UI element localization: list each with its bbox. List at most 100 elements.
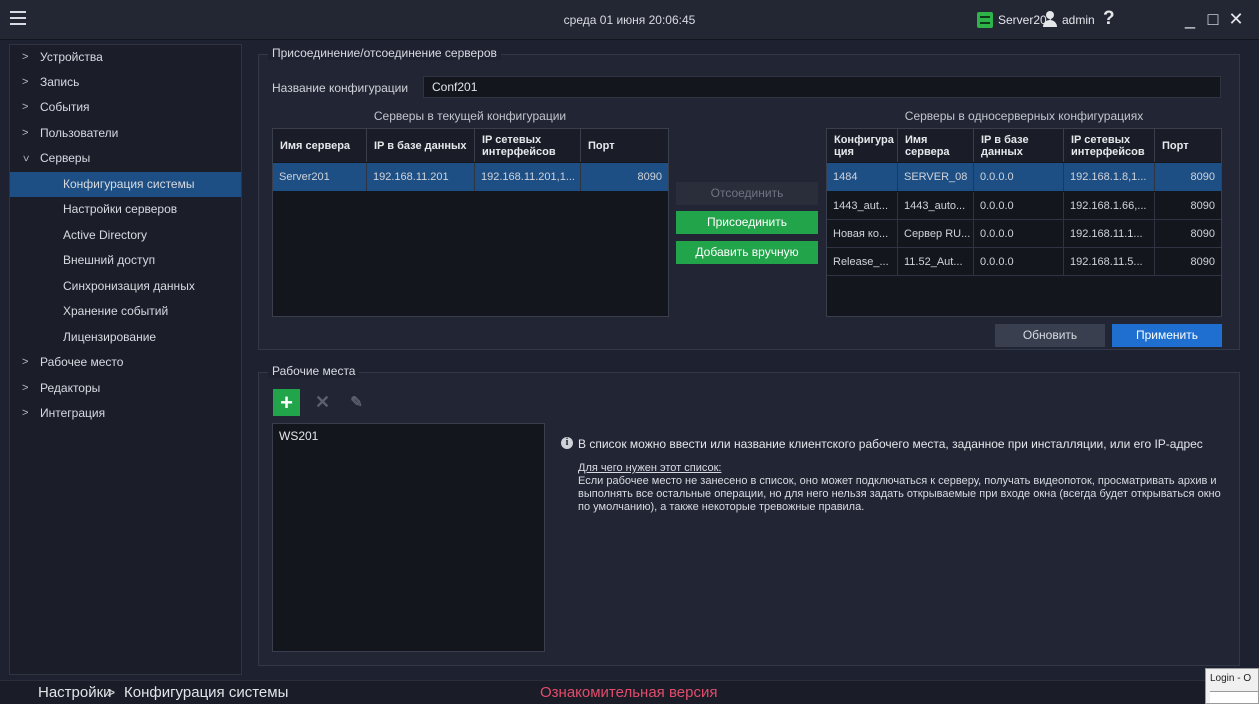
config-name-label: Название конфигурации bbox=[272, 81, 409, 95]
server-icon bbox=[977, 12, 993, 28]
column-header[interactable]: IP в базе данных bbox=[367, 129, 475, 162]
chevron-right-icon: > bbox=[22, 101, 29, 113]
table-cell: 1484 bbox=[827, 163, 898, 191]
sidebar-item-label: События bbox=[40, 100, 90, 114]
add-manually-button[interactable]: Добавить вручную bbox=[676, 241, 818, 264]
edit-workplace-button[interactable]: ✎ bbox=[343, 389, 370, 416]
table-cell: 192.168.11.201 bbox=[367, 163, 475, 191]
sidebar-item-label: Запись bbox=[40, 75, 80, 89]
table-cell: Новая ко... bbox=[827, 220, 898, 248]
minimize-button[interactable]: _ bbox=[1180, 9, 1200, 29]
table-cell: 0.0.0.0 bbox=[974, 220, 1064, 248]
table-cell: 192.168.11.1... bbox=[1064, 220, 1155, 248]
sidebar-item-devices[interactable]: > Устройства bbox=[10, 45, 241, 70]
column-header[interactable]: Конфигура ция bbox=[827, 129, 898, 162]
sidebar-item-label: Синхронизация данных bbox=[63, 279, 195, 293]
chevron-right-icon: > bbox=[22, 407, 29, 419]
table-cell: Release_... bbox=[827, 248, 898, 276]
column-header[interactable]: Имя сервера bbox=[273, 129, 367, 162]
sidebar: > Устройства > Запись > События > Пользовате… bbox=[9, 44, 242, 675]
apply-button[interactable]: Применить bbox=[1112, 324, 1222, 347]
list-item[interactable]: WS201 bbox=[279, 429, 318, 443]
sidebar-item-users[interactable]: > Пользователи bbox=[10, 121, 241, 146]
single-server-configs-table: Конфигура ция Имя сервера IP в базе данн… bbox=[826, 128, 1222, 317]
column-header[interactable]: IP сетевых интерфейсов bbox=[475, 129, 581, 162]
sidebar-item-external-access[interactable]: Внешний доступ bbox=[10, 248, 241, 273]
sidebar-item-label: Конфигурация системы bbox=[63, 177, 195, 191]
plus-icon: + bbox=[280, 390, 293, 415]
sidebar-item-label: Интеграция bbox=[40, 406, 106, 420]
current-config-servers-title: Серверы в текущей конфигурации bbox=[373, 109, 567, 123]
user-name[interactable]: admin bbox=[1062, 13, 1095, 27]
maximize-button[interactable]: □ bbox=[1203, 9, 1223, 29]
table-cell: Server201 bbox=[273, 163, 367, 191]
table-cell: SERVER_08 bbox=[898, 163, 974, 191]
table-cell: Сервер RU... bbox=[898, 220, 974, 248]
sidebar-item-label: Лицензирование bbox=[63, 330, 157, 344]
sidebar-item-event-storage[interactable]: Хранение событий bbox=[10, 299, 241, 324]
table-cell: 11.52_Aut... bbox=[898, 248, 974, 276]
sidebar-item-licensing[interactable]: Лицензирование bbox=[10, 325, 241, 350]
sidebar-item-integration[interactable]: > Интеграция bbox=[10, 401, 241, 426]
sidebar-item-label: Внешний доступ bbox=[63, 253, 156, 267]
table-cell: 192.168.11.5... bbox=[1064, 248, 1155, 276]
login-tab-label: Login - O bbox=[1210, 673, 1252, 684]
table-cell: 0.0.0.0 bbox=[974, 248, 1064, 276]
sidebar-item-label: Рабочее место bbox=[40, 355, 124, 369]
table-cell: 8090 bbox=[1190, 228, 1215, 240]
add-workplace-button[interactable]: + bbox=[273, 389, 300, 416]
sidebar-item-data-sync[interactable]: Синхронизация данных bbox=[10, 274, 241, 299]
sidebar-item-workplace[interactable]: > Рабочее место bbox=[10, 350, 241, 375]
workplaces-group-legend: Рабочие места bbox=[268, 364, 360, 378]
table-cell: 8090 bbox=[637, 171, 662, 183]
sidebar-item-server-settings[interactable]: Настройки серверов bbox=[10, 197, 241, 222]
table-cell: 192.168.1.66,... bbox=[1064, 192, 1155, 220]
column-header[interactable]: Имя сервера bbox=[898, 129, 974, 162]
config-name-input[interactable]: Conf201 bbox=[423, 76, 1221, 98]
breadcrumb-root[interactable]: Настройки bbox=[38, 684, 112, 701]
table-cell: 8090 bbox=[1190, 200, 1215, 212]
single-server-configs-title: Серверы в односерверных конфигурациях bbox=[904, 109, 1144, 123]
sidebar-item-events[interactable]: > События bbox=[10, 95, 241, 120]
breadcrumb-separator: > bbox=[107, 684, 116, 700]
sidebar-item-servers[interactable]: > Серверы bbox=[10, 146, 241, 171]
column-header[interactable]: Порт bbox=[581, 129, 668, 162]
sidebar-item-system-config[interactable]: Конфигурация системы bbox=[10, 172, 241, 197]
sidebar-item-label: Серверы bbox=[40, 151, 91, 165]
chevron-right-icon: > bbox=[22, 51, 29, 63]
sidebar-item-editors[interactable]: > Редакторы bbox=[10, 376, 241, 401]
why-text: Если рабочее место не занесено в список,… bbox=[578, 475, 1221, 513]
sidebar-item-active-directory[interactable]: Active Directory bbox=[10, 223, 241, 248]
column-header[interactable]: IP сетевых интерфейсов bbox=[1064, 129, 1155, 162]
why-title: Для чего нужен этот список: bbox=[578, 462, 722, 474]
info-icon: i bbox=[561, 437, 573, 449]
sidebar-item-recording[interactable]: > Запись bbox=[10, 70, 241, 95]
column-header[interactable]: IP в базе данных bbox=[974, 129, 1064, 162]
info-text: В список можно ввести или название клиен… bbox=[578, 437, 1203, 451]
detach-button[interactable]: Отсоединить bbox=[676, 182, 818, 205]
table-cell: 192.168.1.8,1... bbox=[1064, 163, 1155, 191]
refresh-button[interactable]: Обновить bbox=[995, 324, 1105, 347]
workplaces-list[interactable]: WS201 bbox=[272, 423, 545, 652]
sidebar-item-label: Редакторы bbox=[40, 381, 101, 395]
sidebar-item-label: Пользователи bbox=[40, 126, 119, 140]
close-button[interactable]: ✕ bbox=[1226, 9, 1246, 29]
table-cell: 1443_auto... bbox=[898, 192, 974, 220]
current-servers-table: Имя сервера IP в базе данных IP сетевых … bbox=[272, 128, 669, 317]
help-icon[interactable]: ? bbox=[1103, 8, 1115, 30]
sidebar-item-label: Хранение событий bbox=[63, 304, 169, 318]
attach-button[interactable]: Присоединить bbox=[676, 211, 818, 234]
pencil-icon: ✎ bbox=[350, 394, 363, 411]
table-cell: 0.0.0.0 bbox=[974, 163, 1064, 191]
servers-group-legend: Присоединение/отсоединение серверов bbox=[268, 46, 501, 60]
login-tab-field bbox=[1210, 691, 1258, 703]
delete-workplace-button[interactable]: ✕ bbox=[309, 389, 336, 416]
chevron-right-icon: > bbox=[22, 76, 29, 88]
sidebar-item-label: Устройства bbox=[40, 50, 103, 64]
table-cell: 8090 bbox=[1190, 256, 1215, 268]
chevron-right-icon: > bbox=[22, 127, 29, 139]
column-header[interactable]: Порт bbox=[1155, 129, 1221, 162]
chevron-down-icon: > bbox=[19, 155, 32, 162]
breadcrumb-current: Конфигурация системы bbox=[124, 684, 289, 701]
login-window-tab[interactable]: Login - O bbox=[1205, 668, 1259, 704]
